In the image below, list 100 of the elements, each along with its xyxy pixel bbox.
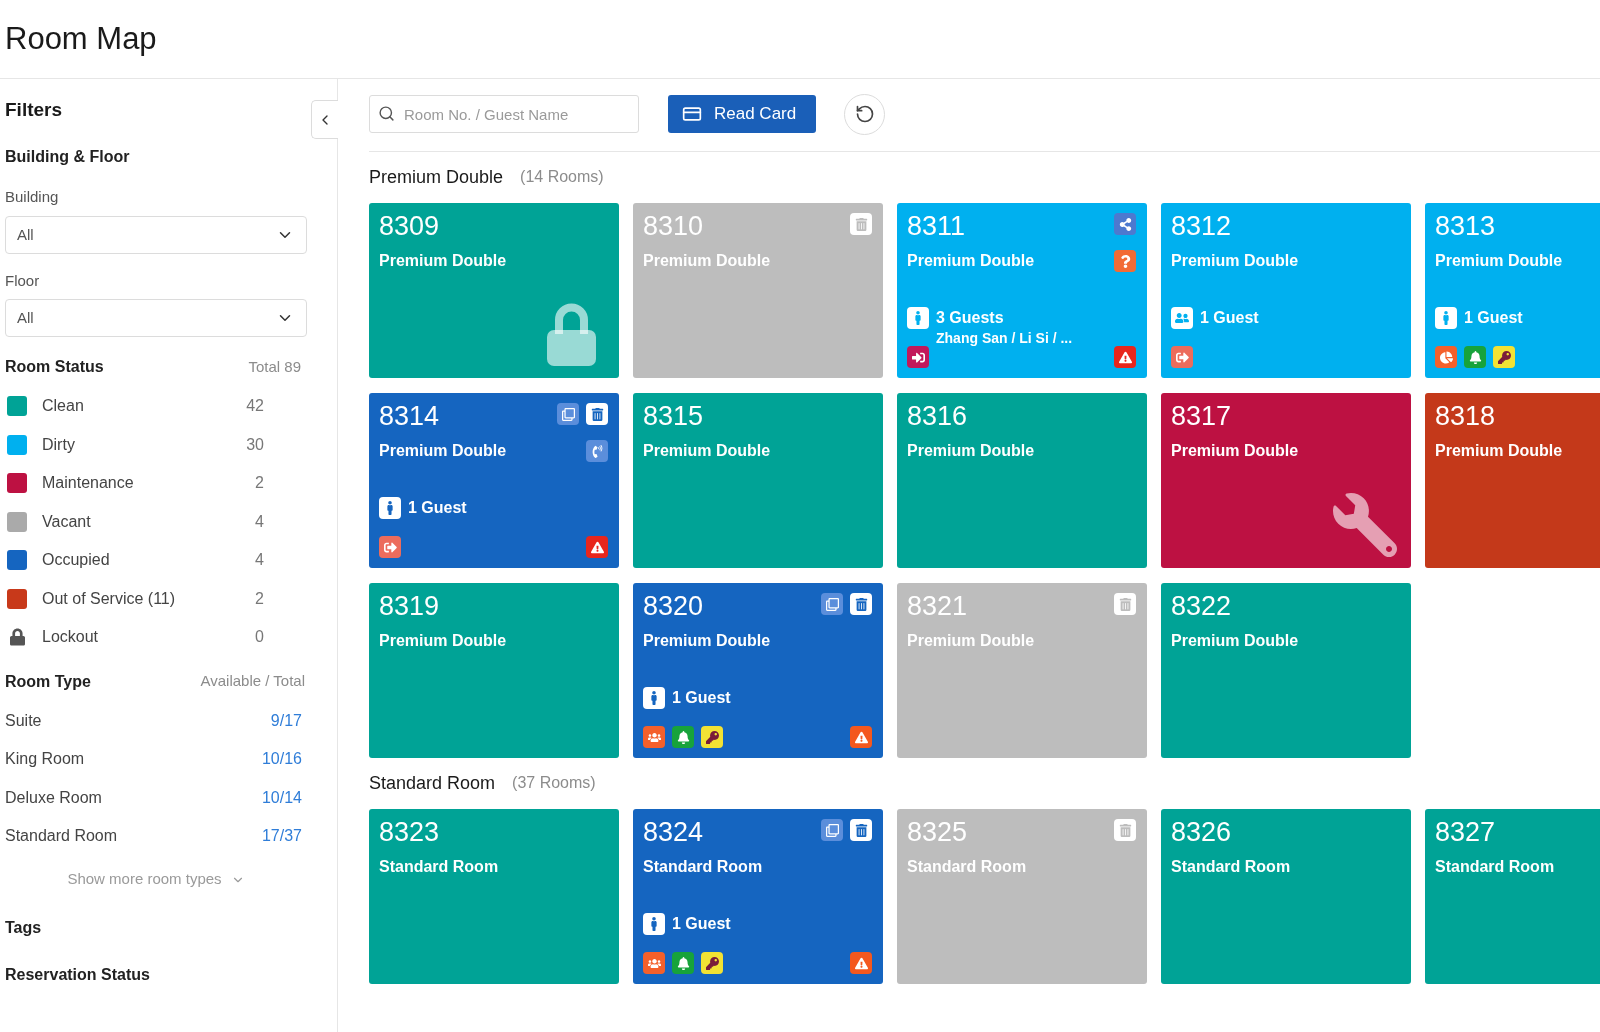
room-type: Premium Double [1171,251,1299,271]
room-number: 8316 [907,400,968,433]
refresh-button[interactable] [844,93,885,135]
room-card[interactable]: 8317 Premium Double [1161,393,1411,568]
room-card[interactable]: 8311 Premium Double 3 Guests Zhang San / Li Si / ... [897,203,1147,378]
dropdown-select[interactable]: All [5,299,307,337]
guest-count: 1 Guest [672,914,731,934]
room-number: 8311 [907,210,966,243]
room-number: 8327 [1435,816,1496,849]
room-number: 8315 [643,400,704,433]
room-type: Premium Double [1171,631,1299,651]
room-card[interactable]: 8310 Premium Double [633,203,883,378]
read-card-button[interactable]: Read Card [668,95,816,133]
room-type: Standard Room [1171,857,1291,877]
room-number: 8310 [643,210,704,243]
section-heading: Room Type [5,671,91,692]
room-type: Standard Room [907,857,1027,877]
room-card[interactable]: 8324 Standard Room 1 Guest [633,809,883,984]
status-count: 4 [255,511,264,532]
search-field[interactable]: Room No. / Guest Name [369,95,639,133]
room-card[interactable]: 8323 Standard Room [369,809,619,984]
status-label: Occupied [42,550,110,571]
section-heading: Room Status [5,357,104,377]
room-card[interactable]: 8316 Premium Double [897,393,1147,568]
room-type: Premium Double [643,251,771,271]
room-type: Premium Double [379,251,507,271]
room-type: Standard Room [643,857,763,877]
room-type: Premium Double [1171,441,1299,461]
room-type-count[interactable]: 17/37 [261,824,302,849]
room-card[interactable]: 8315 Premium Double [633,393,883,568]
guest-count: 1 Guest [1464,308,1523,328]
room-type-count[interactable]: 10/14 [261,785,302,810]
wrench-icon [1333,493,1397,557]
room-type: Premium Double [907,631,1035,651]
status-count: 42 [246,396,264,417]
room-card[interactable]: 8312 Premium Double 1 Guest [1161,203,1411,378]
filter-section-heading[interactable]: Reservation Status [5,963,150,986]
person-icon [643,687,665,709]
room-type-label: King Room [5,749,85,770]
search-icon [378,105,395,122]
room-type: Premium Double [907,251,1035,271]
field-label: Floor [5,271,40,291]
status-label: Clean [42,396,84,417]
room-type-count[interactable]: 10/16 [261,747,302,772]
room-type: Premium Double [907,441,1035,461]
room-number: 8325 [907,816,968,849]
guest-count: 1 Guest [672,688,731,708]
refresh-icon [854,104,875,124]
status-label: Maintenance [42,473,134,494]
status-count: 0 [255,627,264,648]
room-type-label: Standard Room [5,826,118,847]
room-card[interactable]: 8318 Premium Double [1425,393,1600,568]
show-more-link[interactable]: Show more room types [67,868,245,891]
room-number: 8312 [1171,210,1232,243]
room-card[interactable]: 8325 Standard Room [897,809,1147,984]
room-card[interactable]: 8314 Premium Double 1 Guest [369,393,619,568]
sidebar-title: Filters [5,99,63,121]
room-number: 8317 [1171,400,1232,433]
room-card[interactable]: 8322 Premium Double [1161,583,1411,758]
room-number: 8319 [379,590,440,623]
field-label: Building [5,187,59,207]
room-number: 8309 [379,210,440,243]
room-number: 8320 [643,590,704,623]
room-card[interactable]: 8327 Standard Room [1425,809,1600,984]
filter-section-heading[interactable]: Tags [5,916,42,939]
room-card[interactable]: 8320 Premium Double 1 Guest [633,583,883,758]
person-icon [643,913,665,935]
column-label: Available / Total [200,671,305,692]
guest-count: 3 Guests [936,308,1005,328]
room-type: Premium Double [379,631,507,651]
room-card[interactable]: 8319 Premium Double [369,583,619,758]
room-type: Premium Double [643,441,771,461]
room-type: Standard Room [379,857,499,877]
room-card[interactable]: 8326 Standard Room [1161,809,1411,984]
room-type-count[interactable]: 9/17 [270,708,302,733]
status-label: Vacant [42,511,91,532]
room-type: Premium Double [1435,441,1563,461]
credit-card-icon [681,104,703,124]
room-number: 8314 [379,400,440,433]
group-title: Premium Double [369,165,504,189]
lock-icon [9,628,25,647]
room-number: 8324 [643,816,704,849]
room-card[interactable]: 8321 Premium Double [897,583,1147,758]
room-type-label: Suite [5,710,42,731]
group-title: Standard Room [369,771,496,795]
person-icon [1435,307,1457,329]
room-card[interactable]: 8309 Premium Double [369,203,619,378]
room-type: Standard Room [1435,857,1555,877]
room-card[interactable]: 8313 Premium Double 1 Guest [1425,203,1600,378]
guest-count: 1 Guest [408,498,467,518]
room-number: 8321 [907,590,968,623]
room-number: 8313 [1435,210,1496,243]
dropdown-select[interactable]: All [5,216,307,254]
group-count: (37 Rooms) [512,773,596,793]
status-count: 2 [255,473,264,494]
status-label: Out of Service (11) [42,588,176,609]
status-label: Dirty [42,434,75,455]
person-icon [907,307,929,329]
guest-names: Zhang San / Li Si / ... [936,330,1073,346]
person-icon [379,497,401,519]
